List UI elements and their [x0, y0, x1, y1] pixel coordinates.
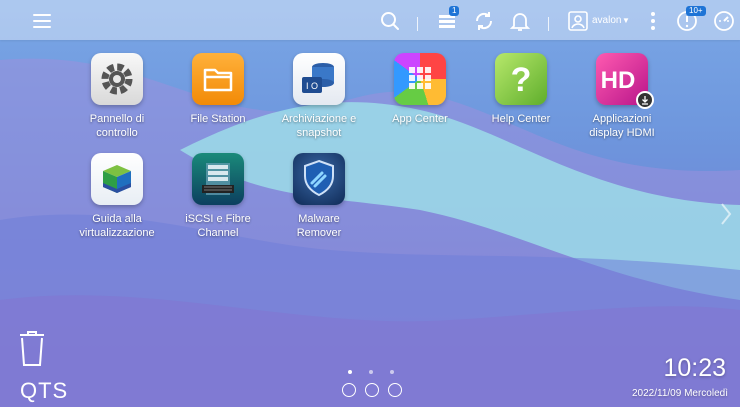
app-label: Archiviazione e	[281, 113, 357, 125]
app-label: Malware	[298, 213, 340, 225]
hd-icon: HD	[596, 53, 654, 109]
cloud-icon[interactable]	[342, 383, 356, 397]
notification-center-icon[interactable]: 10+	[675, 6, 706, 33]
page-indicator	[346, 370, 396, 376]
download-icon	[636, 91, 654, 109]
hamburger-menu-icon[interactable]	[30, 9, 54, 33]
clock-time: 10:23	[663, 354, 726, 382]
pause-icon[interactable]	[388, 383, 402, 397]
search-icon[interactable]	[378, 9, 402, 33]
dashboard-gauge-icon[interactable]	[712, 9, 736, 33]
app-applicazioni-display-hdmi[interactable]: HD Applicazioni display HDMI	[577, 53, 667, 140]
more-vertical-icon[interactable]	[641, 9, 665, 33]
page-dot[interactable]	[348, 370, 352, 374]
chevron-down-icon[interactable]: ▼	[622, 16, 630, 25]
notifications-badge: 10+	[686, 6, 706, 16]
app-file-station[interactable]: File Station	[173, 53, 263, 126]
background-tasks-icon[interactable]: 1	[435, 6, 460, 33]
app-help-center[interactable]: ? Help Center	[476, 53, 566, 126]
app-label: controllo	[96, 127, 138, 139]
svg-text:?: ?	[511, 61, 532, 99]
app-iscsi-e-fibre-channel[interactable]: iSCSI e Fibre Channel	[173, 153, 263, 240]
trash-icon[interactable]	[17, 328, 47, 368]
sync-icon[interactable]	[472, 9, 496, 33]
folder-icon	[192, 53, 244, 105]
divider	[548, 17, 549, 31]
app-label: File Station	[190, 113, 246, 125]
app-grid-icon	[394, 53, 446, 105]
user-avatar-icon[interactable]	[566, 9, 590, 33]
clock-date: 2022/11/09 Mercoledì	[632, 388, 728, 399]
qts-logo: QTS	[20, 378, 69, 403]
app-label: display HDMI	[589, 127, 655, 139]
virtualization-cube-icon	[91, 153, 143, 205]
app-malware-remover[interactable]: Malware Remover	[274, 153, 364, 240]
svg-text:I O: I O	[306, 81, 318, 91]
app-label: Channel	[197, 227, 239, 239]
svg-text:HD: HD	[601, 67, 636, 94]
divider	[417, 17, 418, 31]
user-name[interactable]: avalon	[592, 15, 621, 26]
app-label: Remover	[296, 227, 342, 239]
app-label: App Center	[392, 113, 448, 125]
top-bar: 1 avalon ▼ 10+	[0, 0, 740, 40]
server-rack-icon	[192, 153, 244, 205]
app-label: Pannello di	[89, 113, 145, 125]
app-label: Help Center	[491, 113, 551, 125]
chevron-right-icon[interactable]	[720, 202, 732, 226]
app-label: iSCSI e Fibre	[185, 213, 251, 225]
page-dot[interactable]	[390, 370, 394, 374]
question-icon: ?	[495, 53, 547, 105]
app-label: virtualizzazione	[79, 227, 155, 239]
app-guida-alla-virtualizzazione[interactable]: Guida alla virtualizzazione	[72, 153, 162, 240]
gear-icon	[91, 53, 143, 105]
app-archiviazione-e-snapshot[interactable]: I O Archiviazione e snapshot	[274, 53, 364, 140]
app-label: Applicazioni	[592, 113, 652, 125]
app-label: snapshot	[296, 127, 342, 139]
tasks-badge: 1	[449, 6, 460, 16]
page-dot[interactable]	[369, 370, 373, 374]
app-label: Guida alla	[92, 213, 142, 225]
storage-icon: I O	[293, 53, 345, 105]
tools-icon[interactable]	[365, 383, 379, 397]
app-pannello-di-controllo[interactable]: Pannello di controllo	[72, 53, 162, 140]
shield-icon	[293, 153, 345, 205]
bell-icon[interactable]	[508, 9, 532, 33]
app-app-center[interactable]: App Center	[375, 53, 465, 126]
